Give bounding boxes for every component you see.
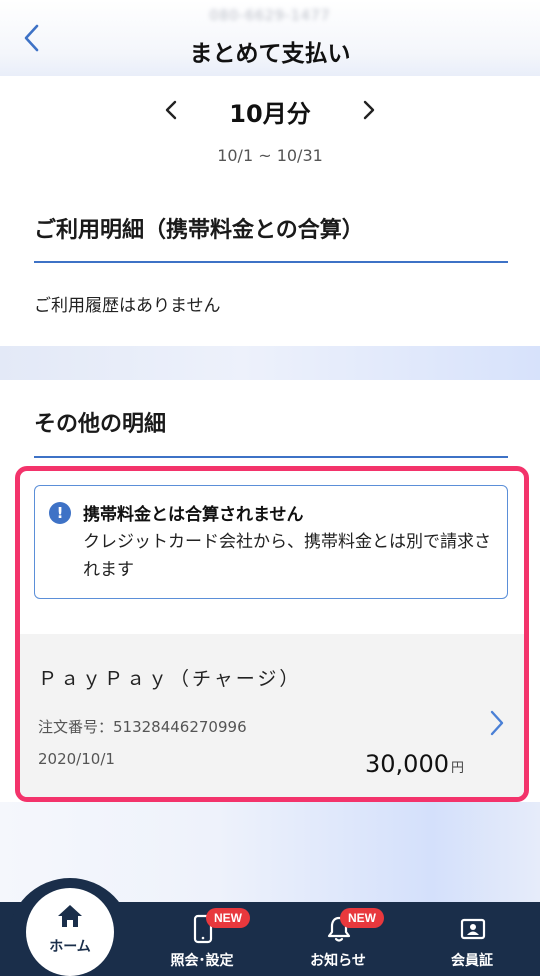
notice-title: 携帯料金とは合算されません [83,505,304,525]
item-date: 2020/10/1 [38,750,115,768]
page-title: まとめて支払い [189,41,351,67]
item-name: ＰａｙＰａｙ（チャージ） [38,668,302,690]
nav-inquiry-settings[interactable]: NEW 照会･設定 [142,902,262,976]
notice-body: クレジットカード会社から、携帯料金とは別で請求されます [83,532,491,580]
notice-box: ! 携帯料金とは合算されません クレジットカード会社から、携帯料金とは別で請求さ… [34,485,508,599]
amount-value: 30,000 [365,750,449,778]
home-icon [58,905,82,927]
usage-section-title: ご利用明細（携帯料金との合算） [34,218,364,243]
info-icon: ! [49,502,71,524]
nav-home-label: ホーム [49,939,91,955]
empty-history-text: ご利用履歴はありません [34,296,221,316]
app-header: 080-6629-1477 まとめて支払い [0,0,540,76]
nav-notifications-label: お知らせ [310,953,366,969]
chevron-right-icon [363,100,375,120]
nav-home-button[interactable]: ホーム [26,888,114,976]
highlight-frame: ! 携帯料金とは合算されません クレジットカード会社から、携帯料金とは別で請求さ… [15,466,529,802]
nav-notifications[interactable]: NEW お知らせ [278,902,398,976]
nav-member-label: 会員証 [451,953,493,969]
list-item[interactable]: ＰａｙＰａｙ（チャージ） 注文番号：51328446270996 2020/10… [20,634,524,797]
section-divider [34,261,508,263]
month-label: 10月分 [229,100,311,128]
section-band [0,346,540,380]
nav-member-card[interactable]: 会員証 [412,902,532,976]
chevron-left-icon [165,100,177,120]
new-badge: NEW [340,908,384,928]
previous-month-button[interactable] [156,94,186,126]
billing-period: 10/1 ~ 10/31 [217,146,323,165]
other-section-title: その他の明細 [34,412,167,437]
item-amount: 30,000 円 [365,750,464,778]
section-divider [34,456,508,458]
order-number: 注文番号：51328446270996 [38,718,247,736]
id-card-icon [460,918,486,940]
new-badge: NEW [206,908,250,928]
month-navigator: 10月分 [0,90,540,132]
nav-inquiry-label: 照会･設定 [170,953,234,969]
phone-number: 080-6629-1477 [209,8,331,24]
currency-unit: 円 [450,761,464,776]
next-month-button[interactable] [354,94,384,126]
chevron-right-icon [490,710,504,736]
